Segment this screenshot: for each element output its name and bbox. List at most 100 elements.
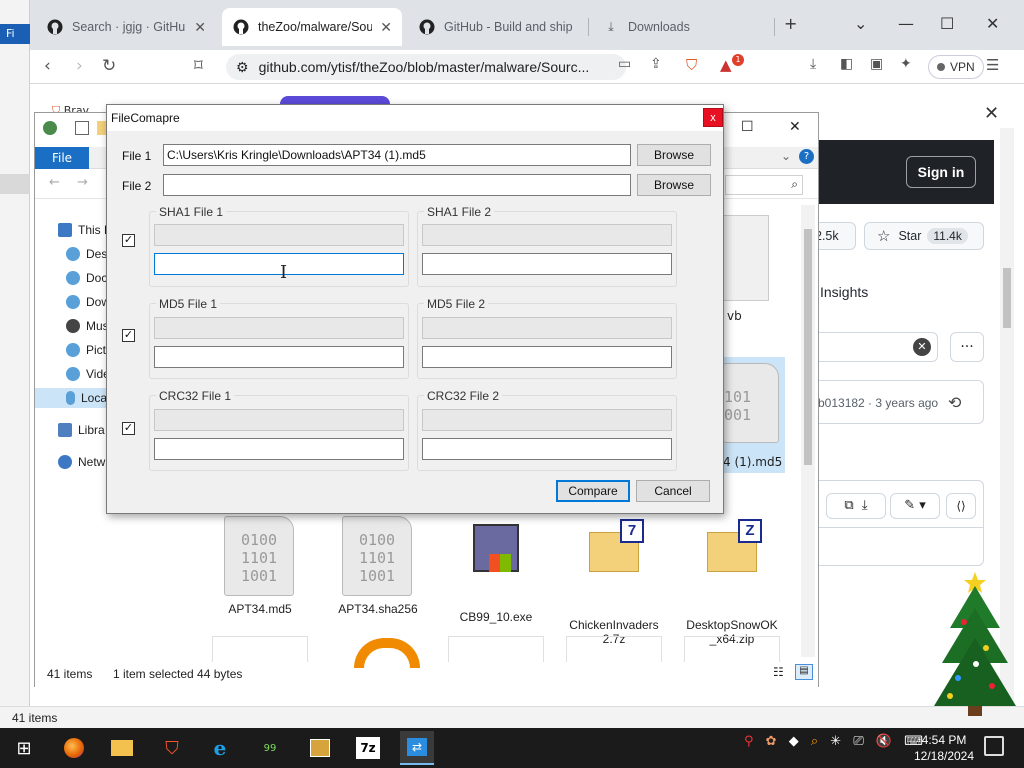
tab-list-dropdown[interactable]: ⌄ — [854, 14, 867, 33]
brave-shield-icon[interactable]: ⛉ — [686, 56, 697, 74]
location-icon[interactable]: ⚲ — [744, 734, 754, 749]
downloads-icon[interactable]: ⤓ — [810, 56, 816, 72]
edit-dropdown-icon[interactable]: ▾ — [919, 498, 926, 513]
compare-button[interactable]: Compare — [556, 480, 630, 502]
game-99-icon[interactable]: 99 — [256, 734, 284, 762]
maximize-button[interactable]: ☐ — [940, 14, 954, 33]
tab-search-github[interactable]: Search · jgjg · GitHub ✕ — [36, 8, 216, 46]
sign-in-button[interactable]: Sign in — [906, 156, 976, 188]
tab-github-build[interactable]: GitHub - Build and ship s — [408, 8, 584, 46]
address-bar[interactable]: ⚙ github.com/ytisf/theZoo/blob/master/ma… — [226, 54, 626, 80]
file-item-apt34-sha256[interactable]: 0100 1101 1001 APT34.sha256 — [330, 512, 426, 636]
bookmark-icon[interactable]: ⌑ — [194, 56, 203, 76]
internet-explorer-icon[interactable]: e — [206, 734, 234, 762]
forward-arrow-icon[interactable]: › — [76, 56, 83, 76]
network-tray-icon[interactable]: ⎚ — [853, 734, 863, 749]
clear-search-icon[interactable]: ✕ — [913, 338, 931, 356]
nav-network[interactable]: Netw — [58, 452, 105, 472]
file1-path-input[interactable]: C:\Users\Kris Kringle\Downloads\APT34 (1… — [163, 144, 631, 166]
vpn-button[interactable]: VPN — [928, 55, 984, 79]
tab-downloads[interactable]: ⤓ Downloads — [592, 8, 772, 46]
search-tray-icon[interactable]: ⌕ — [811, 734, 818, 749]
crc32-checkbox[interactable]: ✓ — [122, 422, 135, 435]
minimize-button[interactable]: — — [898, 14, 914, 33]
share-icon[interactable]: ⇪ — [650, 56, 662, 72]
firefox-icon[interactable] — [60, 734, 88, 762]
cancel-button[interactable]: Cancel — [636, 480, 710, 502]
site-settings-icon[interactable]: ⚙ — [236, 59, 249, 76]
file-compare-app-icon[interactable]: ⇄ — [400, 731, 434, 765]
selected-file-item[interactable]: 101 001 4 (1).md5 — [723, 357, 785, 473]
file-explorer-icon[interactable] — [108, 734, 136, 762]
quick-access-checkbox-icon[interactable] — [75, 121, 89, 135]
file-item-chickeninvaders-7z[interactable]: 7 ChickenInvaders 2.7z — [566, 512, 662, 646]
reload-icon[interactable]: ↻ — [102, 56, 116, 76]
file-item-desktopsnowok-zip[interactable]: Z DesktopSnowOK _x64.zip — [684, 512, 780, 646]
nav-local-disk[interactable]: Loca — [35, 388, 107, 408]
dialog-close-button[interactable]: x — [703, 108, 723, 127]
7zip-icon[interactable]: 7z — [356, 737, 380, 759]
underlying-file-tab[interactable]: Fi — [0, 24, 30, 44]
brave-rewards-icon[interactable]: ▲ — [720, 56, 732, 74]
close-tab-icon[interactable]: ✕ — [380, 19, 392, 36]
nav-videos[interactable]: Vide — [66, 364, 110, 384]
file-item-partial[interactable] — [212, 636, 308, 662]
notification-center-icon[interactable] — [984, 736, 1004, 756]
file-search-input[interactable]: ✕ — [818, 332, 938, 362]
forward-arrow-icon[interactable]: → — [77, 175, 88, 190]
crc32-file2-hash-input[interactable] — [422, 438, 672, 460]
close-window-button[interactable]: ✕ — [986, 14, 999, 33]
menu-icon[interactable]: ☰ — [986, 56, 999, 74]
wallet-icon[interactable]: ▣ — [870, 56, 883, 72]
details-view-icon[interactable]: ☷ — [773, 665, 784, 679]
tab-thezoo[interactable]: theZoo/malware/Sou ✕ — [222, 8, 402, 46]
edit-pencil-icon[interactable]: ✎ — [904, 498, 915, 513]
tray-drop-icon[interactable]: ◆ — [789, 734, 799, 749]
new-tab-button[interactable]: + — [784, 14, 797, 33]
file-item-partial[interactable] — [684, 636, 780, 662]
file2-path-input[interactable] — [163, 174, 631, 196]
more-options-button[interactable]: ··· — [950, 332, 984, 362]
media-player-icon[interactable] — [306, 734, 334, 762]
file-item-apt34-md5[interactable]: 0100 1101 1001 APT34.md5 — [212, 512, 308, 636]
md5-file1-hash-input[interactable] — [154, 346, 404, 368]
explorer-scrollbar[interactable] — [801, 205, 815, 657]
history-icon[interactable]: ⟲ — [948, 393, 961, 413]
volume-muted-icon[interactable]: 🔇 — [876, 734, 892, 749]
tray-app-icon[interactable]: ✿ — [766, 734, 777, 749]
sha1-checkbox[interactable]: ✓ — [122, 234, 135, 247]
sha1-file1-hash-input[interactable] — [154, 253, 404, 275]
back-arrow-icon[interactable]: ← — [49, 175, 60, 190]
leo-ai-icon[interactable]: ✦ — [900, 56, 912, 72]
md5-checkbox[interactable]: ✓ — [122, 329, 135, 342]
nav-downloads[interactable]: Dow — [66, 292, 110, 312]
file-item-cb99-exe[interactable]: CB99_10.exe — [448, 512, 544, 636]
start-windows-icon[interactable]: ⊞ — [10, 734, 38, 762]
file-item-partial[interactable] — [566, 636, 662, 662]
taskbar-clock[interactable]: 4:54 PM 12/18/2024 — [912, 732, 976, 764]
page-scrollbar-thumb[interactable] — [1003, 268, 1011, 328]
md5-file2-hash-input[interactable] — [422, 346, 672, 368]
browse-file1-button[interactable]: Browse — [637, 144, 711, 166]
nav-this-pc[interactable]: This P — [58, 220, 112, 240]
star-button[interactable]: ☆ Star 11.4k — [864, 222, 984, 250]
help-icon[interactable]: ? — [799, 149, 814, 164]
sha1-file2-hash-input[interactable] — [422, 253, 672, 275]
nav-libraries[interactable]: Libra — [58, 420, 105, 440]
large-icons-view-icon[interactable]: ▤ — [795, 664, 813, 680]
scrollbar-thumb[interactable] — [804, 229, 812, 465]
file-menu-tab[interactable]: File — [35, 147, 89, 169]
browse-file2-button[interactable]: Browse — [637, 174, 711, 196]
vb-item-label[interactable]: vb — [727, 309, 742, 323]
copy-icon[interactable]: ⧉ — [844, 498, 853, 513]
vb-folder-icon[interactable] — [721, 215, 769, 301]
symbols-icon[interactable]: ⟨⟩ — [946, 493, 976, 519]
cast-icon[interactable]: ▭ — [618, 56, 631, 72]
maximize-button[interactable]: ☐ — [741, 119, 754, 135]
back-arrow-icon[interactable]: ‹ — [44, 56, 51, 76]
nav-music[interactable]: Mus — [66, 316, 109, 336]
commit-info[interactable]: b013182 · 3 years ago — [818, 396, 938, 410]
file-item-partial[interactable] — [448, 636, 544, 662]
brave-browser-icon[interactable]: ⛉ — [158, 734, 186, 762]
download-raw-icon[interactable]: ⤓ — [862, 498, 868, 513]
